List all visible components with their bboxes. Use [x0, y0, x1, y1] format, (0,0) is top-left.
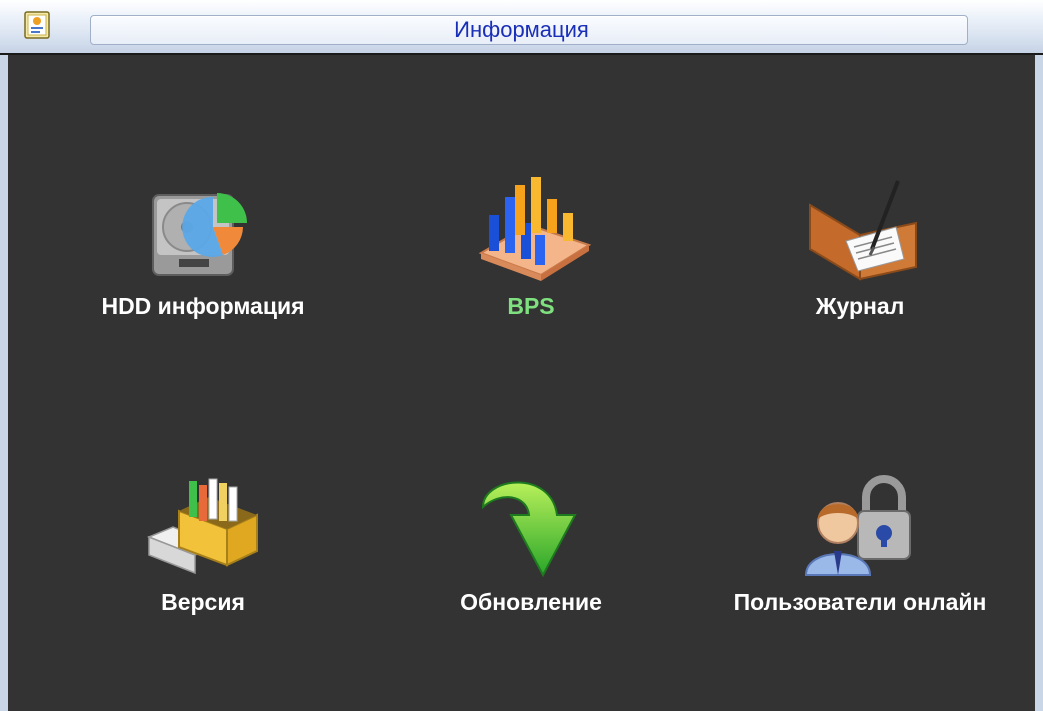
window-title: Информация [454, 17, 589, 42]
menu-item-online-users[interactable]: Пользователи онлайн [705, 471, 1015, 671]
version-drawer-icon [146, 478, 258, 575]
menu-item-version[interactable]: Версия [48, 471, 358, 671]
journal-log-icon [809, 180, 917, 281]
bps-chart-icon [478, 177, 591, 281]
info-window: Информация HDD информация BPS Журнал Вер… [0, 0, 1043, 711]
menu-item-label: HDD информация [101, 293, 305, 319]
menu-item-label: Обновление [460, 589, 602, 615]
menu-item-journal[interactable]: Журнал [705, 175, 1015, 375]
hdd-info-icon [152, 193, 247, 276]
menu-item-bps[interactable]: BPS [376, 175, 686, 375]
menu-item-update[interactable]: Обновление [376, 471, 686, 671]
menu-item-label: Пользователи онлайн [733, 589, 987, 615]
title-bar: Информация [0, 0, 1043, 55]
menu-item-label: Журнал [815, 293, 905, 319]
update-arrow-icon [481, 481, 577, 578]
online-users-lock-icon [804, 475, 911, 576]
menu-item-hdd-info[interactable]: HDD информация [48, 175, 358, 375]
menu-grid: HDD информация BPS Журнал Версия Обновле… [8, 57, 1035, 711]
menu-item-label: BPS [507, 293, 555, 319]
menu-item-label: Версия [161, 589, 245, 615]
